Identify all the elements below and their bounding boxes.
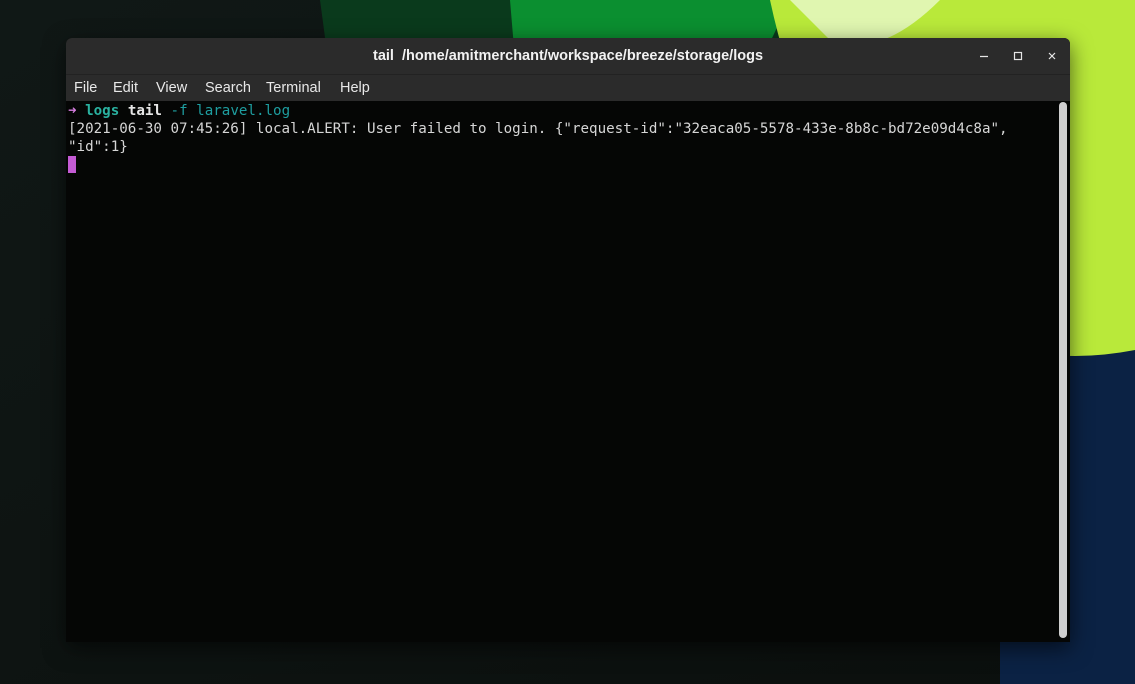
minimize-icon: [980, 55, 988, 58]
maximize-button[interactable]: [1008, 46, 1028, 66]
command-name: tail: [127, 103, 162, 119]
menu-edit[interactable]: Edit: [113, 75, 138, 101]
menu-view[interactable]: View: [156, 75, 187, 101]
title-bar[interactable]: tail /home/amitmerchant/workspace/breeze…: [66, 38, 1070, 74]
menu-bar: File Edit View Search Terminal Help: [66, 74, 1070, 101]
log-output-line-continued: "id":1}: [68, 139, 128, 155]
log-output-line: [2021-06-30 07:45:26] local.ALERT: User …: [68, 121, 1008, 137]
window-title: tail /home/amitmerchant/workspace/breeze…: [372, 48, 764, 64]
prompt-arrow-icon: ➜: [68, 103, 77, 119]
close-icon: [1048, 52, 1056, 60]
prompt-line: ➜ logs tail -f laravel.log: [68, 102, 290, 120]
close-button[interactable]: [1042, 46, 1062, 66]
prompt-directory: logs: [85, 103, 120, 119]
menu-terminal[interactable]: Terminal: [266, 75, 321, 101]
command-args: -f laravel.log: [170, 103, 291, 119]
terminal-scrollbar[interactable]: [1059, 102, 1067, 638]
terminal-output[interactable]: ➜ logs tail -f laravel.log [2021-06-30 0…: [66, 101, 1056, 642]
terminal-window: tail /home/amitmerchant/workspace/breeze…: [66, 38, 1070, 642]
minimize-button[interactable]: [974, 46, 994, 66]
menu-help[interactable]: Help: [340, 75, 370, 101]
menu-file[interactable]: File: [74, 75, 97, 101]
menu-search[interactable]: Search: [205, 75, 251, 101]
terminal-cursor: [68, 156, 76, 173]
maximize-icon: [1013, 51, 1023, 61]
